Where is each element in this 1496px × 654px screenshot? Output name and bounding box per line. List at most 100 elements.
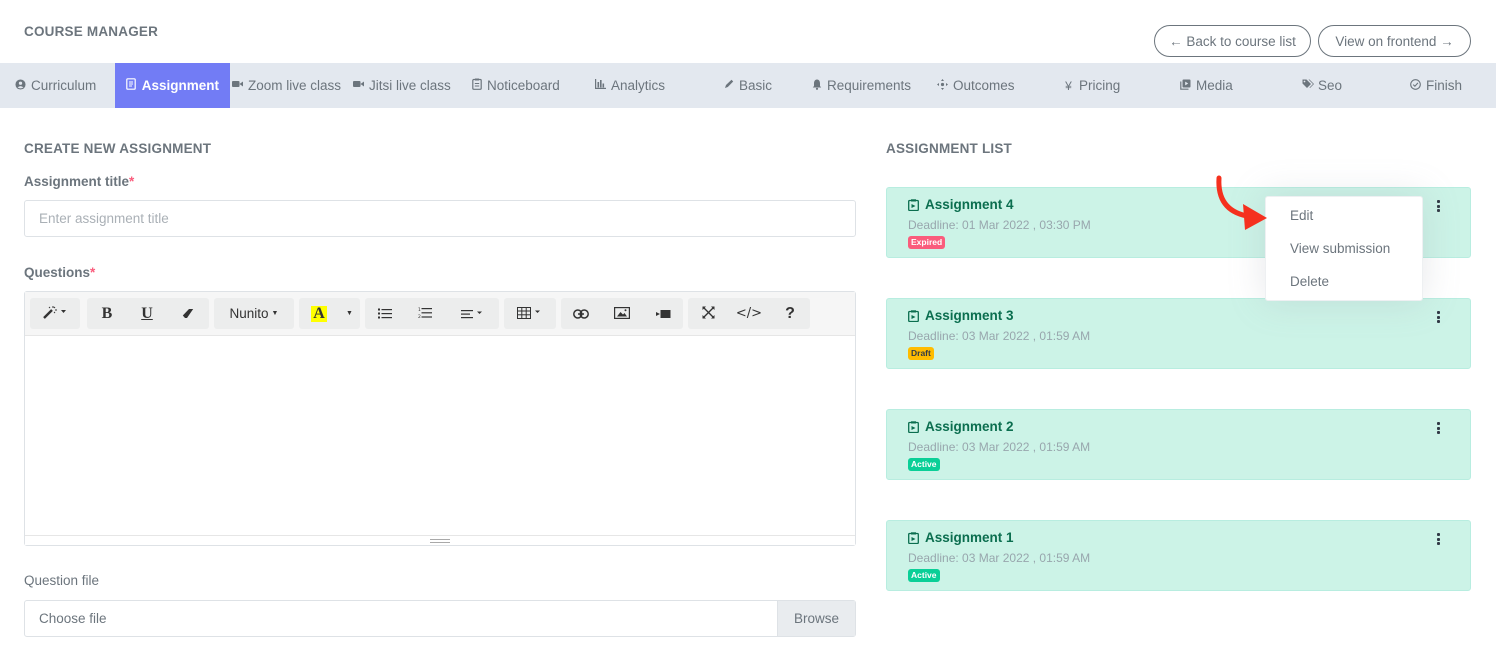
assignment-options-menu: Edit View submission Delete <box>1265 196 1423 301</box>
caret-down-icon: ▼ <box>346 310 353 317</box>
questions-label-text: Questions <box>24 265 91 280</box>
link-icon <box>573 306 589 322</box>
unordered-list-button[interactable] <box>365 298 405 329</box>
picture-button[interactable] <box>601 298 643 329</box>
editor-resize-handle[interactable] <box>25 535 855 545</box>
assignment-deadline: Deadline: 03 Mar 2022 , 01:59 AM <box>908 551 1091 565</box>
browse-button[interactable]: Browse <box>777 601 855 636</box>
list-bullet-icon <box>378 306 392 322</box>
menu-item-edit[interactable]: Edit <box>1290 208 1313 223</box>
tab-label: Analytics <box>611 78 666 93</box>
assignment-title-text: Assignment 1 <box>925 530 1014 545</box>
magic-wand-icon <box>42 305 68 322</box>
more-options-icon[interactable] <box>1434 532 1442 546</box>
tab-assignment[interactable]: Assignment <box>115 63 230 108</box>
video-icon <box>655 306 671 322</box>
more-options-icon[interactable] <box>1434 421 1442 435</box>
style-button[interactable] <box>30 298 80 329</box>
question-file-input[interactable]: Choose file Browse <box>24 600 856 637</box>
assignment-title[interactable]: Assignment 3 <box>908 308 1014 323</box>
questions-editor: B U Nunito ▼ A ▼ 1 2 </> ? <box>24 291 856 546</box>
svg-text:2: 2 <box>418 314 421 319</box>
list-numbered-icon: 12 <box>418 306 432 322</box>
tab-requirements[interactable]: Requirements <box>811 63 911 108</box>
clear-format-button[interactable] <box>167 298 209 329</box>
view-on-frontend-button[interactable]: View on frontend → <box>1318 25 1471 57</box>
assignment-title[interactable]: Assignment 1 <box>908 530 1014 545</box>
back-to-course-list-button[interactable]: ← Back to course list <box>1154 25 1311 57</box>
bar-chart-icon <box>595 79 606 92</box>
code-view-button[interactable]: </> <box>728 298 770 329</box>
underline-icon: U <box>141 304 153 322</box>
tab-curriculum[interactable]: Curriculum <box>15 63 96 108</box>
assignment-title-label-text: Assignment title <box>24 174 130 189</box>
paragraph-align-dropdown[interactable] <box>445 298 499 329</box>
tab-label: Requirements <box>827 78 912 93</box>
move-icon <box>937 78 948 93</box>
color-dropdown-button[interactable]: ▼ <box>339 298 360 329</box>
bold-button[interactable]: B <box>87 298 127 329</box>
tab-pricing[interactable]: ¥ Pricing <box>1063 63 1120 108</box>
assignment-deadline: Deadline: 01 Mar 2022 , 03:30 PM <box>908 218 1091 232</box>
assignment-card[interactable]: Assignment 2 Deadline: 03 Mar 2022 , 01:… <box>886 409 1471 480</box>
tab-finish[interactable]: Finish <box>1410 63 1462 108</box>
bold-icon: B <box>101 304 113 322</box>
tab-media[interactable]: Media <box>1180 63 1233 108</box>
tab-label: Finish <box>1426 78 1463 93</box>
font-family-dropdown[interactable]: Nunito ▼ <box>214 298 294 329</box>
highlight-color-button[interactable]: A <box>299 298 339 329</box>
file-document-icon <box>126 78 137 93</box>
table-dropdown[interactable] <box>504 298 556 329</box>
tab-basic[interactable]: Basic <box>723 63 772 108</box>
underline-button[interactable]: U <box>127 298 167 329</box>
tab-seo[interactable]: Seo <box>1302 63 1342 108</box>
tab-noticeboard[interactable]: Noticeboard <box>471 63 560 108</box>
help-button[interactable]: ? <box>770 298 810 329</box>
tab-label: Jitsi live class <box>369 78 451 93</box>
video-button[interactable] <box>643 298 683 329</box>
ordered-list-button[interactable]: 12 <box>405 298 445 329</box>
more-options-icon[interactable] <box>1434 310 1442 324</box>
tab-label: Noticeboard <box>487 78 560 93</box>
tab-outcomes[interactable]: Outcomes <box>937 63 1015 108</box>
assignment-title-label: Assignment title* <box>24 174 134 189</box>
tab-label: Media <box>1196 78 1233 93</box>
clipboard-icon <box>908 198 919 211</box>
video-icon <box>232 80 243 91</box>
assignment-title-text: Assignment 3 <box>925 308 1014 323</box>
assignment-card[interactable]: Assignment 3 Deadline: 03 Mar 2022 , 01:… <box>886 298 1471 369</box>
assignment-title-input[interactable] <box>24 200 856 237</box>
tab-label: Assignment <box>141 78 219 93</box>
questions-editor-area[interactable] <box>25 336 855 536</box>
assignment-list-title: ASSIGNMENT LIST <box>886 141 1013 156</box>
account-circle-icon <box>15 78 26 93</box>
link-button[interactable] <box>561 298 601 329</box>
status-badge: Active <box>908 569 940 582</box>
status-badge: Draft <box>908 347 934 360</box>
assignment-card[interactable]: Assignment 1 Deadline: 03 Mar 2022 , 01:… <box>886 520 1471 591</box>
video-icon <box>353 80 364 91</box>
assignment-title[interactable]: Assignment 4 <box>908 197 1014 212</box>
tag-icon <box>1302 79 1314 92</box>
menu-item-delete[interactable]: Delete <box>1290 274 1329 289</box>
assignment-title[interactable]: Assignment 2 <box>908 419 1014 434</box>
tab-label: Outcomes <box>953 78 1015 93</box>
question-file-label: Question file <box>24 573 100 588</box>
choose-file-field[interactable]: Choose file <box>25 601 777 636</box>
page-title: COURSE MANAGER <box>24 24 159 39</box>
tab-label: Basic <box>739 78 773 93</box>
tab-zoom-live-class[interactable]: Zoom live class <box>232 63 341 108</box>
assignment-deadline: Deadline: 03 Mar 2022 , 01:59 AM <box>908 329 1091 343</box>
tab-jitsi-live-class[interactable]: Jitsi live class <box>353 63 451 108</box>
course-tabs: Curriculum Assignment Zoom live class Ji… <box>0 63 1496 108</box>
assignment-title-text: Assignment 2 <box>925 419 1014 434</box>
menu-item-view-submission[interactable]: View submission <box>1290 241 1390 256</box>
tab-analytics[interactable]: Analytics <box>595 63 665 108</box>
font-family-value: Nunito <box>229 306 269 321</box>
clipboard-icon <box>908 531 919 544</box>
assignment-deadline: Deadline: 03 Mar 2022 , 01:59 AM <box>908 440 1091 454</box>
more-options-icon[interactable] <box>1434 199 1442 213</box>
questions-label: Questions* <box>24 265 95 280</box>
svg-text:1: 1 <box>418 307 421 313</box>
fullscreen-button[interactable] <box>688 298 728 329</box>
